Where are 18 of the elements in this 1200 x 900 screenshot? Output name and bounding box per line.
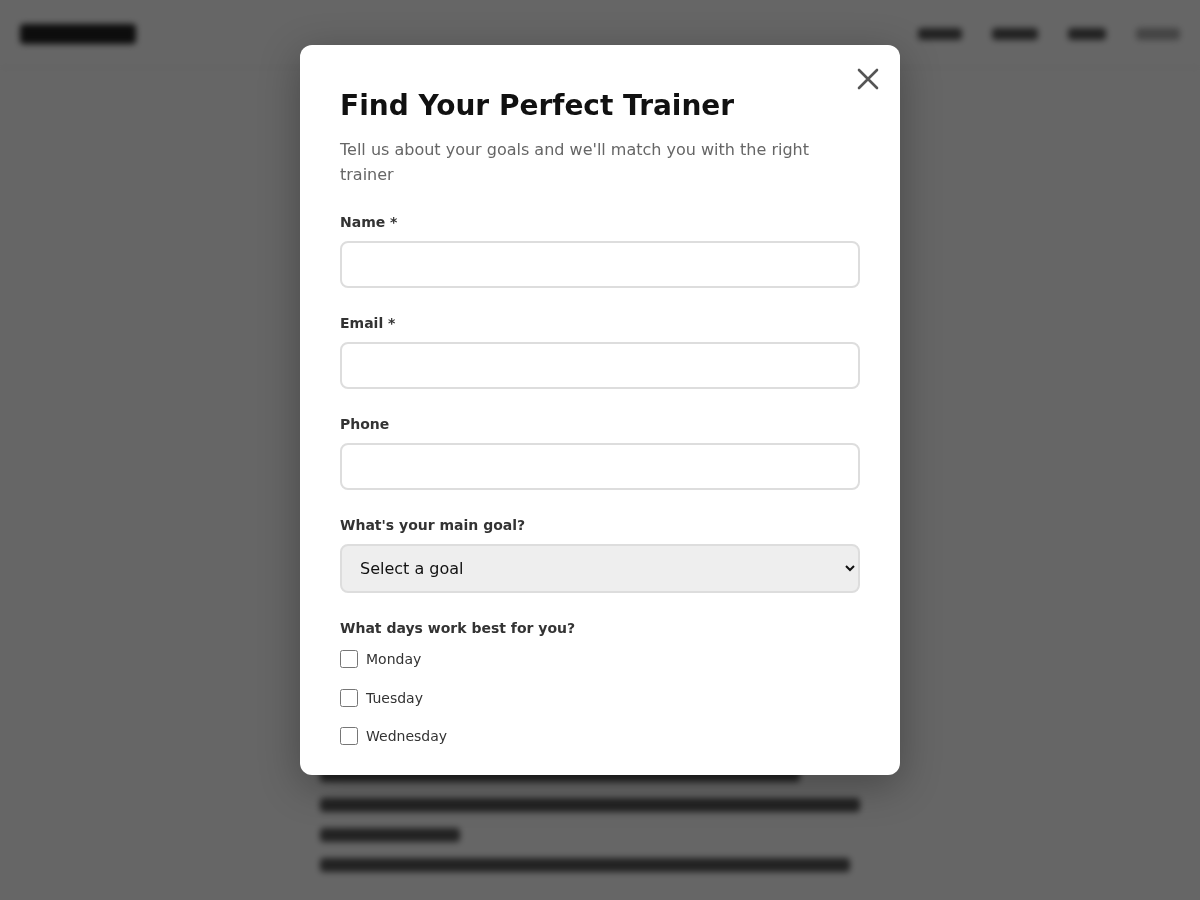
field-label: Phone — [340, 416, 391, 433]
field-label: Email * — [340, 315, 397, 332]
dialog-subtitle: Tell us about your goals and we'll match you with the right trainer — [340, 139, 810, 186]
close-icon[interactable] — [856, 67, 880, 91]
field-label: Name * — [340, 214, 399, 231]
input-field[interactable] — [340, 342, 860, 389]
goal-dropdown[interactable]: Select a goal — [340, 544, 860, 593]
dialog-title: Find Your Perfect Trainer — [340, 88, 736, 124]
field-label: What's your main goal? — [340, 517, 527, 534]
checkbox-label: Monday — [366, 650, 422, 668]
day-checkbox[interactable] — [340, 727, 358, 745]
day-checkbox[interactable] — [340, 650, 358, 668]
field-label: What days work best for you? — [340, 620, 577, 637]
input-field[interactable] — [340, 241, 860, 288]
checkbox-label: Wednesday — [366, 727, 448, 745]
day-checkbox[interactable] — [340, 688, 358, 707]
checkbox-label: Tuesday — [366, 688, 423, 707]
input-field[interactable] — [340, 443, 860, 490]
